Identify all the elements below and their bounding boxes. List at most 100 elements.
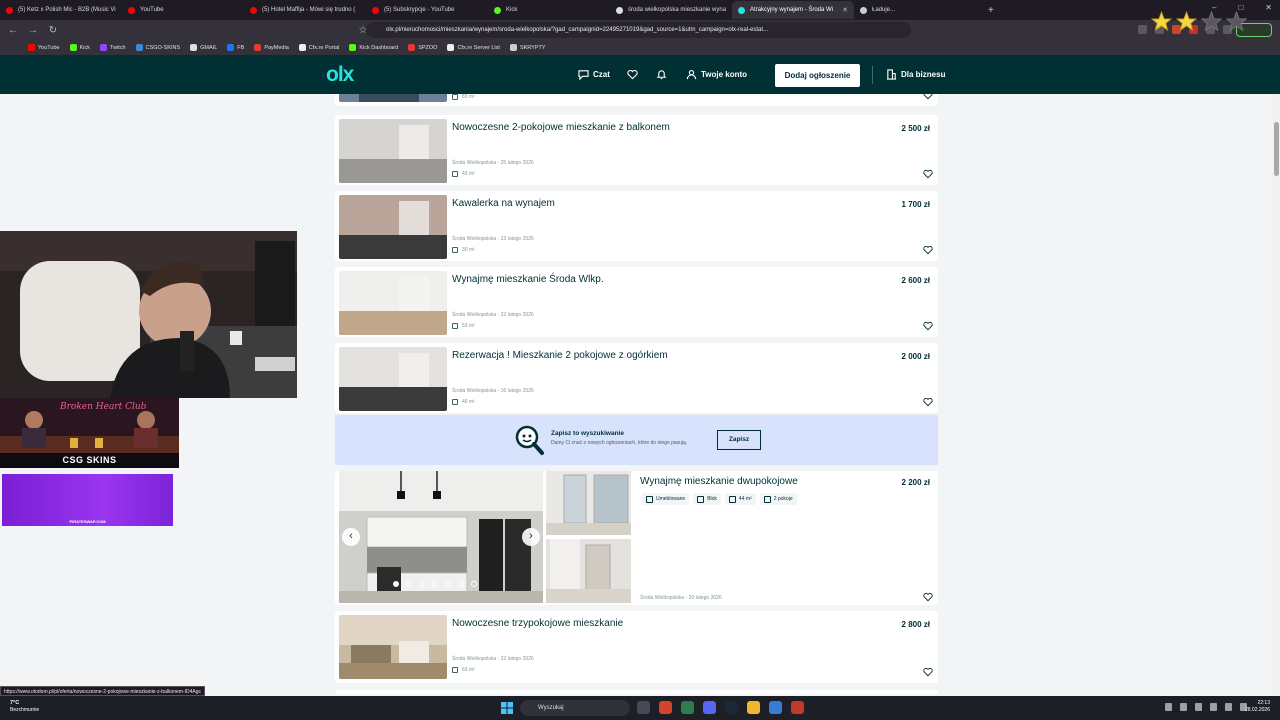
photo-dot[interactable] bbox=[419, 581, 425, 587]
listing-card-partial[interactable]: 83 m² bbox=[335, 94, 938, 106]
listing-title[interactable]: Nowoczesne trzypokojowe mieszkanie bbox=[452, 618, 623, 629]
favorite-heart-icon[interactable] bbox=[923, 245, 933, 255]
photo-dot[interactable] bbox=[393, 581, 399, 587]
new-tab-button[interactable]: + bbox=[988, 5, 994, 16]
next-photo-button[interactable]: › bbox=[522, 528, 540, 546]
photo-dot[interactable] bbox=[406, 581, 412, 587]
favorite-heart-icon[interactable] bbox=[923, 592, 933, 602]
tab-favicon-icon bbox=[738, 6, 745, 14]
photo-dot[interactable] bbox=[471, 581, 477, 587]
browser-tab[interactable]: środa wielkopolska mieszkanie wyna bbox=[610, 1, 732, 19]
network-icon[interactable] bbox=[1225, 703, 1232, 711]
listing-card-partial[interactable] bbox=[335, 690, 938, 694]
tab-favicon-icon bbox=[616, 6, 623, 14]
taskbar-search[interactable]: Wyszukaj bbox=[520, 700, 630, 716]
url-field[interactable]: olx.pl/nieruchomosci/mieszkania/wynajem/… bbox=[366, 22, 911, 38]
listing-title[interactable]: Kawalerka na wynajem bbox=[452, 198, 555, 209]
browser-tab[interactable]: Atrakcyjny wynajem - Środa Wi ✕ bbox=[732, 1, 854, 19]
featured-location: Środa Wielkopolska - 20 lutego 2026 bbox=[640, 595, 722, 601]
favorites-link[interactable] bbox=[627, 69, 638, 80]
listing-photo[interactable] bbox=[339, 615, 447, 679]
bookmark-item[interactable]: Kick bbox=[69, 44, 90, 51]
tray-icon[interactable] bbox=[1210, 703, 1217, 711]
listing-card[interactable]: Nowoczesne trzypokojowe mieszkanie 2 800… bbox=[335, 611, 938, 683]
favorite-heart-icon[interactable] bbox=[923, 667, 933, 677]
terminal-icon[interactable] bbox=[681, 701, 694, 714]
photo-dot[interactable] bbox=[445, 581, 451, 587]
extension-icon[interactable] bbox=[1138, 25, 1147, 34]
listing-photo[interactable] bbox=[339, 119, 447, 183]
close-window-icon[interactable]: ✕ bbox=[1265, 3, 1272, 12]
tab-label: (5) Ketz x Polish Mic - B2B (Music Vi bbox=[18, 7, 116, 13]
notifications-link[interactable] bbox=[656, 69, 667, 80]
featured-photo-2[interactable] bbox=[546, 471, 631, 535]
tray-chevron-icon[interactable] bbox=[1165, 703, 1172, 711]
listing-card[interactable]: Rezerwacja ! Mieszkanie 2 pokojowe z ogó… bbox=[335, 343, 938, 413]
favorite-heart-icon[interactable] bbox=[923, 321, 933, 331]
close-tab-icon[interactable]: ✕ bbox=[842, 6, 848, 14]
tab-label: środa wielkopolska mieszkanie wyna bbox=[628, 7, 727, 13]
bookmark-item[interactable]: PayMedia bbox=[254, 44, 289, 51]
listing-card[interactable]: Kawalerka na wynajem 1 700 zł Środa Wielko… bbox=[335, 191, 938, 261]
steam-icon[interactable] bbox=[725, 701, 738, 714]
browser-tab[interactable]: (5) Subskrypcje - YouTube bbox=[366, 1, 488, 19]
listing-title[interactable]: Wynajmę mieszkanie Środa Wlkp. bbox=[452, 274, 604, 285]
bookmark-item[interactable]: FB bbox=[227, 44, 244, 51]
weather-widget[interactable]: 7°C Bezchmurnie bbox=[10, 700, 39, 714]
browser-tab[interactable]: Kick bbox=[488, 1, 610, 19]
brave-icon[interactable] bbox=[659, 701, 672, 714]
clock[interactable]: 22:13 28.02.2026 bbox=[1245, 700, 1270, 714]
discord-icon[interactable] bbox=[703, 701, 716, 714]
folder-icon[interactable] bbox=[747, 701, 760, 714]
listing-photo[interactable] bbox=[339, 347, 447, 411]
featured-main-photo[interactable]: ‹ › bbox=[339, 471, 543, 603]
bookmark-item[interactable]: YouTube bbox=[28, 44, 60, 51]
prev-photo-button[interactable]: ‹ bbox=[342, 528, 360, 546]
bookmark-item[interactable]: Cfx.re Server List bbox=[447, 44, 500, 51]
add-listing-button[interactable]: Dodaj ogłoszenie bbox=[775, 64, 860, 87]
listing-photo[interactable] bbox=[339, 195, 447, 259]
business-link[interactable]: Dla biznesu bbox=[886, 69, 945, 80]
forward-icon[interactable]: → bbox=[26, 25, 40, 36]
listing-card[interactable]: Wynajmę mieszkanie Środa Wlkp. 2 600 zł Śr… bbox=[335, 267, 938, 337]
listing-card[interactable]: Nowoczesne 2-pokojowe mieszkanie z balko… bbox=[335, 115, 938, 185]
featured-title[interactable]: Wynajmę mieszkanie dwupokojowe bbox=[640, 476, 798, 487]
featured-photo-3[interactable] bbox=[546, 539, 631, 603]
bookmark-item[interactable]: SPZOO bbox=[408, 44, 437, 51]
bookmark-item[interactable]: SKRYPTY bbox=[509, 44, 546, 51]
browser-tab[interactable]: (5) Ketz x Polish Mic - B2B (Music Vi bbox=[0, 1, 122, 19]
favorite-heart-icon[interactable] bbox=[923, 169, 933, 179]
app-icon[interactable] bbox=[769, 701, 782, 714]
favorite-heart-icon[interactable] bbox=[923, 397, 933, 407]
back-icon[interactable]: ← bbox=[6, 25, 20, 36]
bookmark-item[interactable]: GMAIL bbox=[190, 44, 217, 51]
featured-listing-card[interactable]: ‹ › Wynajmę mieszkanie dwupokojowe 2 200… bbox=[335, 471, 938, 605]
browser-tab[interactable]: Ładuje... bbox=[854, 1, 976, 19]
listing-photo[interactable] bbox=[339, 271, 447, 335]
windows-start-icon[interactable] bbox=[501, 702, 513, 714]
browser-tab[interactable]: (5) Hotel Maffija - Mówi się trudno ( bbox=[244, 1, 366, 19]
favorite-heart-icon[interactable] bbox=[923, 94, 933, 100]
photo-dot[interactable] bbox=[432, 581, 438, 587]
mic-icon[interactable] bbox=[1195, 703, 1202, 711]
tray-icon[interactable] bbox=[1180, 703, 1187, 711]
page-scrollbar[interactable] bbox=[1273, 94, 1280, 696]
olx-logo[interactable]: olx bbox=[326, 64, 354, 85]
reload-icon[interactable]: ↻ bbox=[46, 25, 60, 36]
listing-photo[interactable] bbox=[339, 94, 447, 102]
save-search-button[interactable]: Zapisz bbox=[717, 430, 761, 450]
bookmark-item[interactable]: Twitch bbox=[100, 44, 126, 51]
listing-price: 2 000 zł bbox=[901, 352, 930, 361]
listing-title[interactable]: Rezerwacja ! Mieszkanie 2 pokojowe z ogó… bbox=[452, 350, 668, 361]
browser-tab[interactable]: YouTube bbox=[122, 1, 244, 19]
app-icon[interactable] bbox=[791, 701, 804, 714]
account-link[interactable]: Twoje konto bbox=[686, 69, 747, 80]
bookmark-item[interactable]: Kick Dashboard bbox=[349, 44, 398, 51]
photo-dot[interactable] bbox=[458, 581, 464, 587]
bookmark-item[interactable]: CSGO-SKINS bbox=[135, 44, 180, 51]
chat-link[interactable]: Czat bbox=[578, 69, 610, 80]
bookmark-item[interactable]: Cfx.re Portal bbox=[298, 44, 339, 51]
task-view-icon[interactable] bbox=[637, 701, 650, 714]
listing-title[interactable]: Nowoczesne 2-pokojowe mieszkanie z balko… bbox=[452, 122, 670, 133]
scrollbar-thumb[interactable] bbox=[1274, 122, 1279, 176]
